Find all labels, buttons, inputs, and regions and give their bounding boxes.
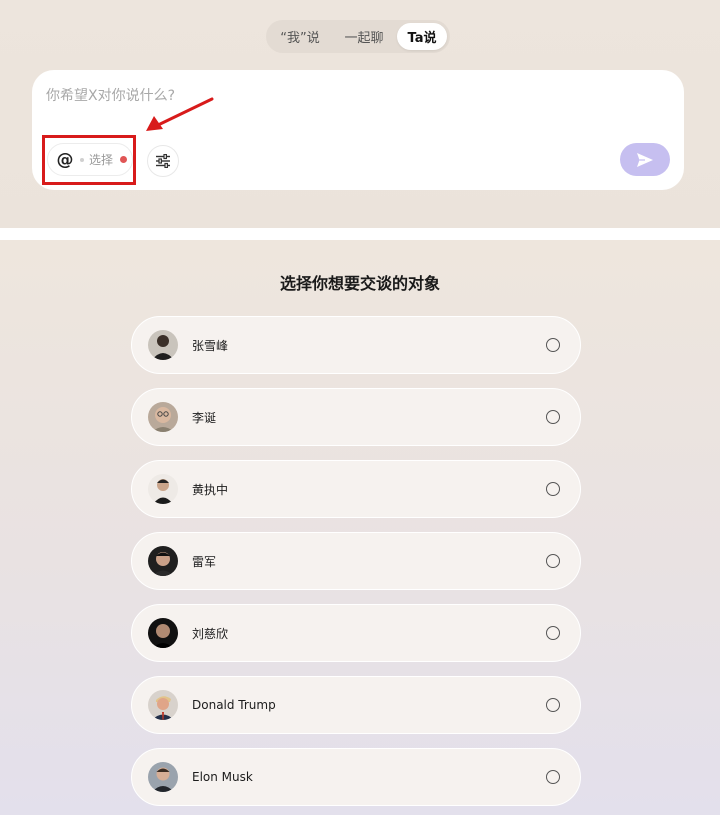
list-item[interactable]: Donald Trump bbox=[131, 676, 581, 734]
annotation-arrow bbox=[146, 97, 214, 131]
list-item[interactable]: Elon Musk bbox=[131, 748, 581, 806]
list-item[interactable]: 李诞 bbox=[131, 388, 581, 446]
person-name: 刘慈欣 bbox=[192, 626, 229, 641]
radio-button[interactable] bbox=[546, 554, 560, 568]
separator-dot bbox=[80, 157, 84, 162]
character-selection-panel: 选择你想要交谈的对象 张雪峰 李诞 黄执中 雷军 刘慈欣 Donald Trum… bbox=[0, 240, 720, 815]
radio-button[interactable] bbox=[546, 482, 560, 496]
chat-input-panel: “我”说 一起聊 Ta说 @ 选择 bbox=[0, 0, 720, 228]
person-avatar-icon bbox=[148, 330, 178, 360]
list-item[interactable]: 刘慈欣 bbox=[131, 604, 581, 662]
message-input[interactable] bbox=[46, 84, 606, 108]
tab-me-speak[interactable]: “我”说 bbox=[269, 23, 331, 50]
radio-button[interactable] bbox=[546, 410, 560, 424]
person-avatar-icon bbox=[148, 546, 178, 576]
tab-chat-together[interactable]: 一起聊 bbox=[331, 23, 397, 50]
mode-tabs: “我”说 一起聊 Ta说 bbox=[266, 20, 450, 53]
radio-button[interactable] bbox=[546, 626, 560, 640]
person-name: 黄执中 bbox=[192, 482, 229, 497]
radio-button[interactable] bbox=[546, 338, 560, 352]
person-avatar-icon bbox=[148, 402, 178, 432]
person-name: 张雪峰 bbox=[192, 338, 229, 353]
mention-select-button[interactable]: @ 选择 bbox=[47, 143, 133, 176]
person-name: 李诞 bbox=[192, 410, 217, 425]
mention-select-label: 选择 bbox=[89, 153, 114, 167]
sliders-icon bbox=[156, 154, 170, 168]
list-item[interactable]: 黄执中 bbox=[131, 460, 581, 518]
send-button[interactable] bbox=[620, 143, 670, 176]
tab-they-speak[interactable]: Ta说 bbox=[397, 23, 447, 50]
at-icon: @ bbox=[56, 149, 74, 170]
person-name: 雷军 bbox=[192, 554, 217, 569]
person-avatar-icon bbox=[148, 474, 178, 504]
character-list: 张雪峰 李诞 黄执中 雷军 刘慈欣 Donald Trump Elon Musk bbox=[131, 316, 581, 815]
settings-button[interactable] bbox=[147, 145, 179, 177]
list-item[interactable]: 雷军 bbox=[131, 532, 581, 590]
person-avatar-icon bbox=[148, 618, 178, 648]
person-name: Elon Musk bbox=[192, 770, 253, 784]
list-item[interactable]: 张雪峰 bbox=[131, 316, 581, 374]
radio-button[interactable] bbox=[546, 770, 560, 784]
person-avatar-icon bbox=[148, 690, 178, 720]
person-avatar-icon bbox=[148, 762, 178, 792]
selection-title: 选择你想要交谈的对象 bbox=[279, 274, 440, 293]
notification-dot bbox=[120, 156, 128, 163]
paper-plane-icon bbox=[637, 152, 653, 167]
radio-button[interactable] bbox=[546, 698, 560, 712]
person-name: Donald Trump bbox=[192, 698, 276, 712]
